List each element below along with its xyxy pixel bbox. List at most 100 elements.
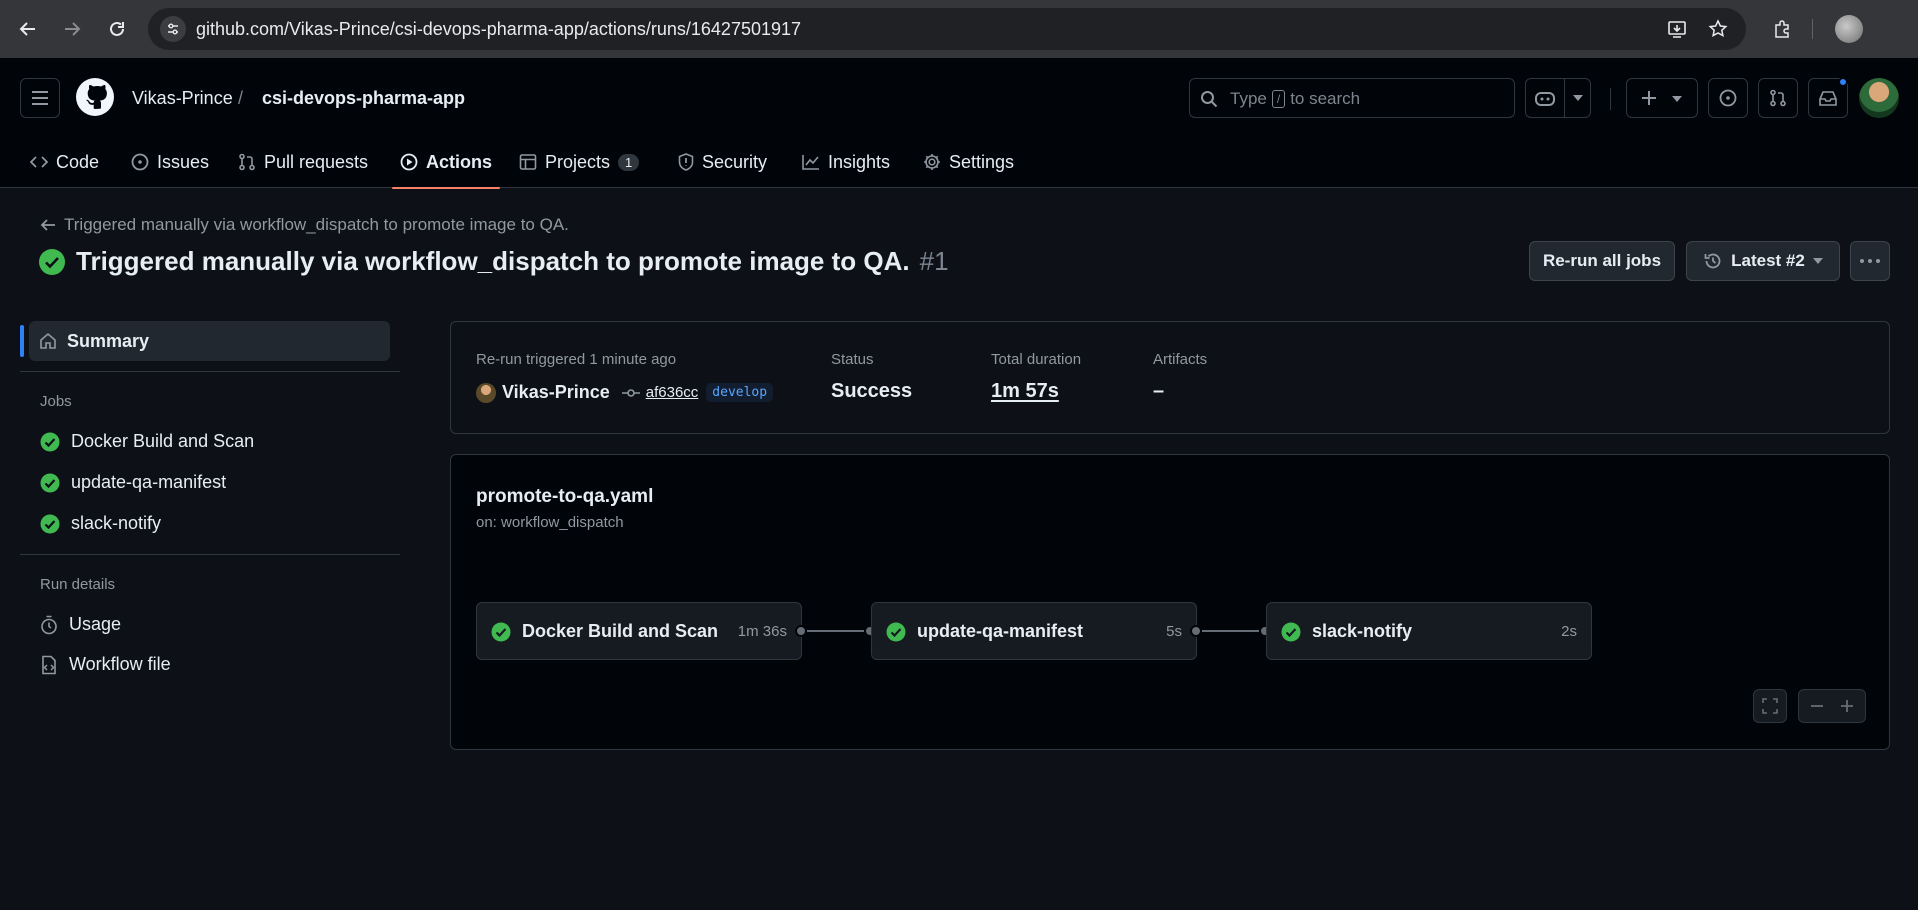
sidebar-divider (20, 371, 400, 372)
sidebar-job-docker-build-and-scan[interactable]: Docker Build and Scan (40, 431, 254, 452)
search-shortcut-key: / (1271, 90, 1286, 108)
check-circle-fill-icon (491, 622, 511, 642)
pull-requests-icon[interactable] (1758, 78, 1798, 118)
address-bar[interactable]: github.com/Vikas-Prince/csi-devops-pharm… (148, 8, 1746, 50)
sidebar-run-details-heading: Run details (40, 576, 116, 593)
check-circle-fill-icon (40, 473, 60, 492)
actor-link[interactable]: Vikas-Prince (502, 382, 610, 403)
zoom-controls (1798, 689, 1866, 723)
tab-insights[interactable]: Insights (802, 136, 890, 188)
back-arrow-icon[interactable] (13, 14, 43, 44)
page-title: Triggered manually via workflow_dispatch… (76, 246, 910, 276)
search-input[interactable]: Type / to search (1189, 78, 1515, 118)
site-info-icon[interactable] (160, 16, 186, 42)
bookmark-star-icon[interactable] (1705, 16, 1731, 42)
trigger-details: Vikas-Prince af636cc develop (476, 382, 774, 403)
check-circle-fill-icon (886, 622, 906, 642)
extensions-icon[interactable] (1769, 16, 1795, 42)
graph-icon (802, 155, 819, 170)
duration-label: Total duration (991, 351, 1082, 368)
check-circle-fill-icon (39, 248, 65, 275)
git-pull-request-icon (239, 153, 255, 171)
tab-code[interactable]: Code (30, 136, 99, 188)
commit-sha-link[interactable]: af636cc (646, 384, 699, 401)
job-name: Docker Build and Scan (522, 621, 719, 641)
attempt-select-button[interactable]: Latest #2 (1686, 241, 1840, 281)
copilot-button[interactable] (1525, 78, 1565, 118)
job-duration: 1m 36s (737, 623, 787, 640)
user-avatar[interactable] (1859, 78, 1899, 118)
repo-name-link[interactable]: csi-devops-pharma-app (262, 88, 465, 109)
search-placeholder: Type / to search (1230, 89, 1361, 108)
zoom-in-icon[interactable] (1840, 699, 1854, 713)
triangle-down-icon (1812, 258, 1823, 264)
workflow-graph-card: promote-to-qa.yaml on: workflow_dispatch… (450, 454, 1890, 750)
more-options-button[interactable] (1850, 241, 1890, 281)
actor-avatar[interactable] (476, 382, 496, 403)
status-value: Success (831, 380, 913, 402)
artifacts-label: Artifacts (1153, 351, 1208, 368)
run-number: #1 (919, 246, 949, 276)
shield-icon (678, 153, 694, 171)
job-name: update-qa-manifest (917, 621, 1084, 641)
workflow-file-name[interactable]: promote-to-qa.yaml (476, 486, 653, 508)
header-divider (1610, 88, 1611, 110)
fullscreen-button[interactable] (1753, 689, 1787, 723)
screen-full-icon (1762, 698, 1778, 714)
sidebar-item-workflow-file[interactable]: Workflow file (40, 654, 171, 675)
check-circle-fill-icon (40, 432, 60, 451)
sidebar-active-indicator (20, 325, 24, 357)
arrow-left-icon (40, 219, 55, 231)
tab-settings[interactable]: Settings (923, 136, 1014, 188)
job-duration: 5s (1166, 623, 1182, 640)
tab-issues[interactable]: Issues (131, 136, 209, 188)
url-text[interactable]: github.com/Vikas-Prince/csi-devops-pharm… (196, 19, 801, 40)
repo-owner-link[interactable]: Vikas-Prince (132, 88, 233, 109)
job-node-docker-build-and-scan[interactable]: Docker Build and Scan 1m 36s (476, 602, 802, 660)
back-to-workflow-link[interactable]: Triggered manually via workflow_dispatch… (40, 215, 569, 235)
github-header: Vikas-Prince / csi-devops-pharma-app Typ… (0, 58, 1918, 189)
check-circle-fill-icon (1281, 622, 1301, 642)
sidebar-job-slack-notify[interactable]: slack-notify (40, 513, 161, 534)
job-node-slack-notify[interactable]: slack-notify 2s (1266, 602, 1592, 660)
stopwatch-icon (41, 615, 57, 634)
job-name: slack-notify (1312, 621, 1413, 641)
branch-label[interactable]: develop (706, 383, 774, 402)
file-code-icon (42, 655, 56, 674)
artifacts-value: – (1153, 380, 1165, 402)
home-icon (40, 332, 56, 349)
forward-arrow-icon[interactable] (57, 14, 87, 44)
job-output-port (795, 625, 807, 637)
job-dependency-line (1202, 630, 1260, 632)
git-commit-icon (621, 388, 640, 397)
hamburger-menu-button[interactable] (20, 78, 60, 118)
history-icon (1704, 253, 1721, 269)
job-duration: 2s (1561, 623, 1577, 640)
create-new-button[interactable] (1626, 78, 1698, 118)
tab-projects[interactable]: Projects 1 (519, 136, 640, 188)
sidebar-item-usage[interactable]: Usage (40, 614, 121, 635)
tab-pull-requests[interactable]: Pull requests (238, 136, 368, 188)
play-icon (400, 153, 418, 171)
install-app-icon[interactable] (1664, 16, 1690, 42)
browser-profile-avatar[interactable] (1835, 15, 1863, 43)
notification-dot (1838, 77, 1848, 87)
breadcrumb-separator: / (238, 88, 244, 108)
copilot-dropdown-button[interactable] (1564, 78, 1591, 118)
job-output-port (1190, 625, 1202, 637)
sidebar-item-summary[interactable]: Summary (29, 321, 390, 361)
zoom-out-icon[interactable] (1810, 699, 1824, 713)
issues-icon[interactable] (1708, 78, 1748, 118)
duration-value-link[interactable]: 1m 57s (991, 380, 1059, 403)
workflow-trigger: on: workflow_dispatch (476, 514, 624, 531)
tab-actions[interactable]: Actions (391, 136, 501, 189)
job-node-update-qa-manifest[interactable]: update-qa-manifest 5s (871, 602, 1197, 660)
github-logo-icon[interactable] (76, 78, 114, 116)
sidebar-job-update-qa-manifest[interactable]: update-qa-manifest (40, 472, 226, 493)
kebab-horizontal-icon (1860, 259, 1880, 263)
tab-security[interactable]: Security (678, 136, 767, 188)
run-title-row: Triggered manually via workflow_dispatch… (38, 246, 949, 277)
rerun-all-jobs-button[interactable]: Re-run all jobs (1529, 241, 1675, 281)
issue-opened-icon (131, 153, 149, 171)
reload-icon[interactable] (102, 14, 132, 44)
